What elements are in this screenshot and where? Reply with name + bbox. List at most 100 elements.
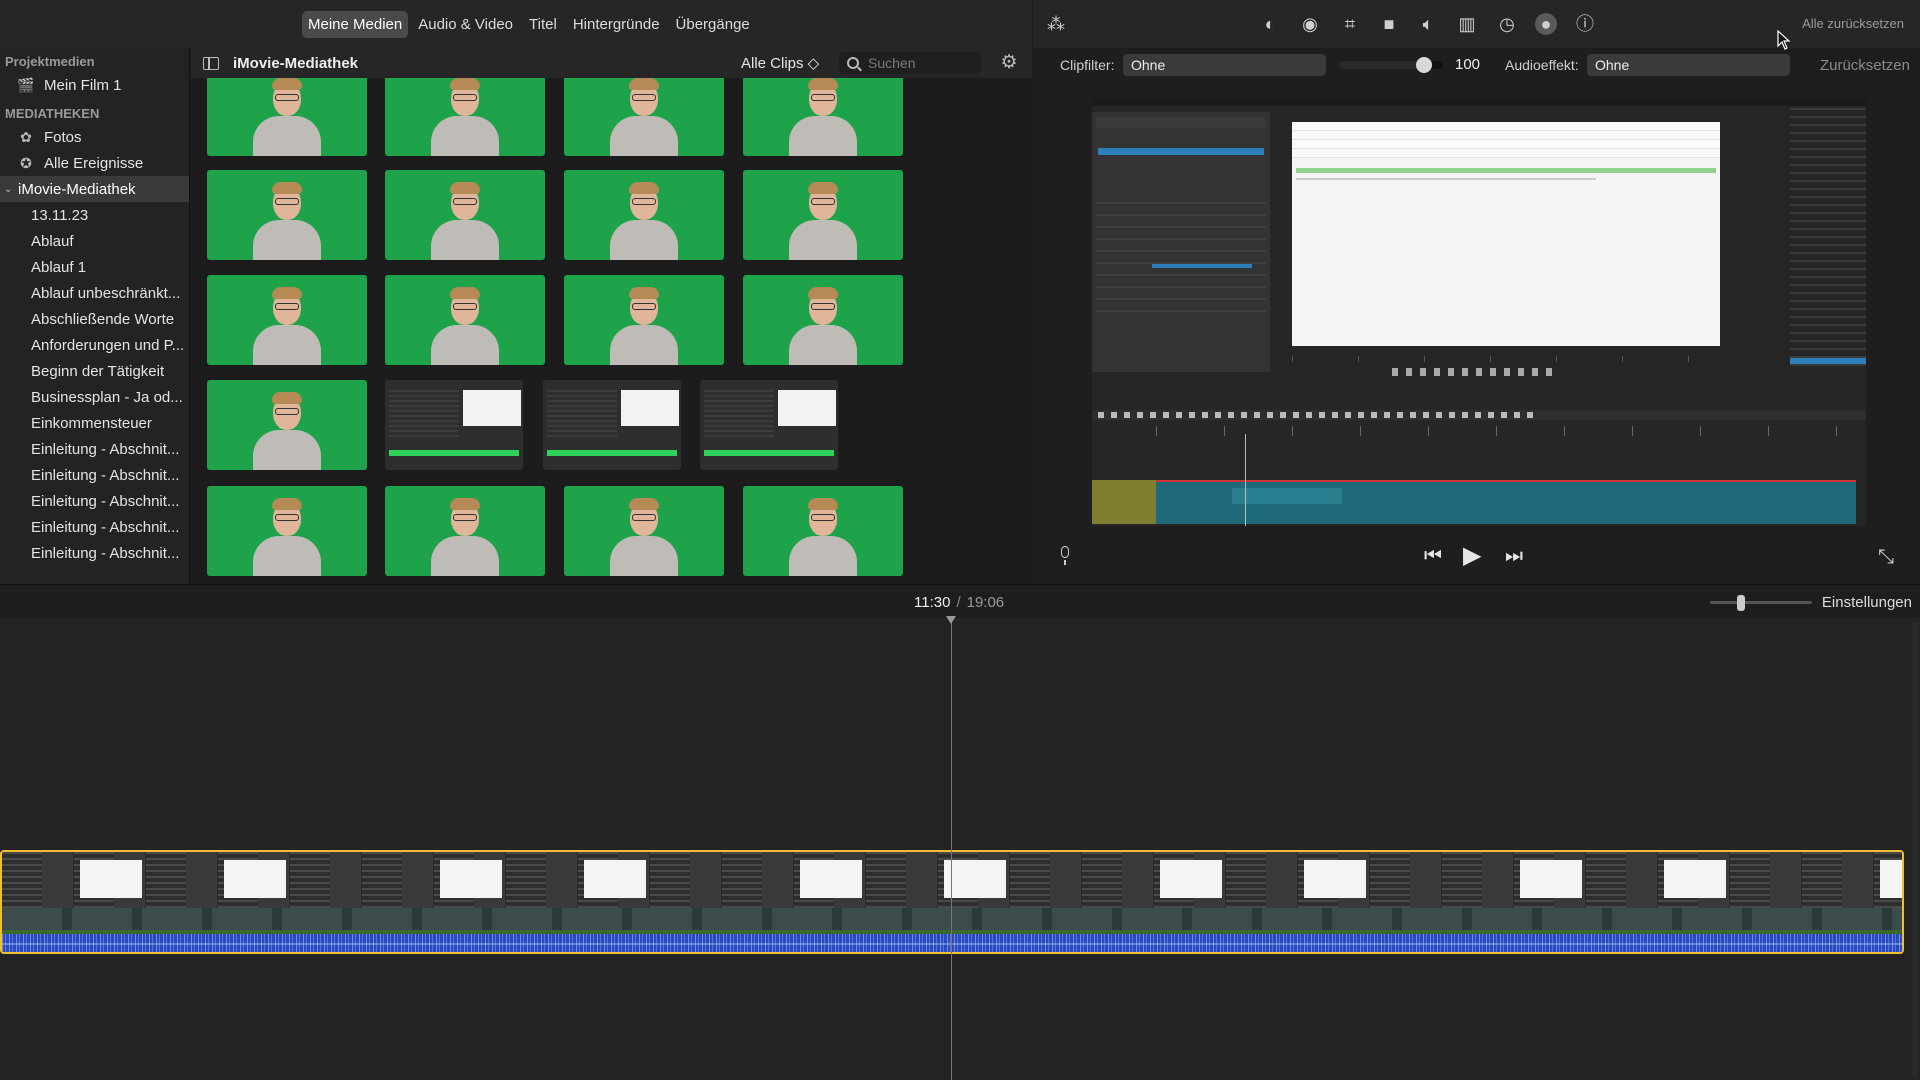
clip-thumbnail[interactable]	[564, 486, 724, 576]
sidebar-event-item[interactable]: Beginn der Tätigkeit	[0, 358, 189, 384]
tab-audio-video[interactable]: Audio & Video	[412, 11, 519, 38]
mic-stem	[1064, 560, 1066, 565]
timeline-playhead[interactable]	[946, 616, 956, 1080]
preview-playhead	[1245, 434, 1246, 526]
clip-thumbnail[interactable]	[385, 486, 545, 576]
clip-filter-select[interactable]: Ohne	[1123, 54, 1326, 76]
search-field[interactable]	[839, 52, 981, 74]
speedometer-icon[interactable]: ◷	[1496, 13, 1518, 35]
settings-button[interactable]: Einstellungen	[1822, 594, 1912, 611]
photos-icon: ✿	[20, 128, 32, 145]
filmstrip-frame	[1658, 852, 1729, 908]
sidebar-event-item[interactable]: Ablauf unbeschränkt...	[0, 280, 189, 306]
clip-thumbnail[interactable]	[564, 275, 724, 365]
clip-grid	[207, 78, 1027, 584]
clip-thumbnail[interactable]	[385, 170, 545, 260]
sidebar-item-label: Mein Film 1	[44, 76, 122, 94]
tab-hintergruende[interactable]: Hintergründe	[567, 11, 666, 38]
camera-icon[interactable]: ■	[1378, 13, 1400, 35]
clip-thumbnail[interactable]	[743, 486, 903, 576]
sidebar-event-item[interactable]: Einleitung - Abschnit...	[0, 540, 189, 566]
clips-filter-select[interactable]: Alle Clips ◇	[741, 54, 819, 72]
clip-thumbnail[interactable]	[385, 275, 545, 365]
reset-all-button[interactable]: Alle zurücksetzen	[1802, 16, 1904, 31]
sidebar-item-fotos[interactable]: ✿ Fotos	[0, 124, 189, 150]
chevron-down-icon[interactable]: ⌄	[4, 184, 18, 195]
skip-forward-icon[interactable]: ⏭	[1505, 544, 1523, 568]
equalizer-icon[interactable]: ▥	[1456, 13, 1478, 35]
tab-meine-medien[interactable]: Meine Medien	[302, 10, 409, 38]
person-figure	[253, 182, 321, 260]
sidebar-item-library[interactable]: ⌄ iMovie-Mediathek	[0, 176, 189, 202]
skip-back-icon[interactable]: ⏮	[1424, 544, 1442, 568]
clip-thumbnail[interactable]	[743, 275, 903, 365]
search-input[interactable]	[868, 55, 978, 71]
clip-thumbnail[interactable]	[543, 380, 681, 470]
clip-thumbnail[interactable]	[743, 170, 903, 260]
video-preview[interactable]	[1092, 98, 1866, 526]
filmstrip-frame	[1802, 852, 1873, 908]
person-figure	[789, 78, 857, 156]
filmstrip-frame	[74, 852, 145, 908]
slider-knob[interactable]	[1416, 57, 1433, 73]
sidebar-item-label: Alle Ereignisse	[44, 154, 144, 172]
sheet-green-row	[1296, 168, 1716, 173]
tab-uebergaenge[interactable]: Übergänge	[670, 11, 756, 38]
media-browser: iMovie-Mediathek Alle Clips ◇ ⚙	[191, 48, 1032, 584]
sidebar-event-item[interactable]: Einleitung - Abschnit...	[0, 436, 189, 462]
sidebar-event-item[interactable]: Businessplan - Ja od...	[0, 384, 189, 410]
preview-inspector	[1092, 112, 1270, 372]
clip-thumbnail[interactable]	[564, 78, 724, 156]
clip-thumbnail[interactable]	[207, 275, 367, 365]
crop-icon[interactable]: ⌗	[1339, 13, 1361, 35]
audio-waveform	[2, 934, 1902, 952]
clip-filter-icon[interactable]: ●	[1535, 13, 1557, 35]
info-icon[interactable]: ⓘ	[1574, 13, 1596, 35]
reset-button[interactable]: Zurücksetzen	[1820, 57, 1910, 74]
magic-wand-icon[interactable]: ⁂	[1045, 13, 1067, 35]
sidebar-event-item[interactable]: Abschließende Worte	[0, 306, 189, 332]
clip-thumbnail[interactable]	[700, 380, 838, 470]
speaker-icon[interactable]: 🔈︎	[1417, 13, 1439, 35]
sidebar-event-item[interactable]: Anforderungen und P...	[0, 332, 189, 358]
sidebar-event-item[interactable]: Einleitung - Abschnit...	[0, 514, 189, 540]
timeline-zoom-slider[interactable]	[1710, 595, 1812, 611]
clip-thumbnail[interactable]	[207, 170, 367, 260]
sheet-header	[1292, 122, 1720, 158]
palette-icon[interactable]: ◉	[1299, 13, 1321, 35]
sidebar-toggle-icon[interactable]	[203, 56, 219, 70]
sidebar-event-item[interactable]: Einleitung - Abschnit...	[0, 488, 189, 514]
sidebar-event-item[interactable]: Ablauf 1	[0, 254, 189, 280]
sidebar-item-label: Fotos	[44, 128, 82, 146]
library-title: iMovie-Mediathek	[233, 54, 359, 72]
zoom-knob[interactable]	[1736, 595, 1745, 611]
clip-thumbnail[interactable]	[207, 486, 367, 576]
timeline-scrollbar[interactable]	[1912, 622, 1918, 1076]
clip-thumbnail[interactable]	[207, 380, 367, 470]
tab-titel[interactable]: Titel	[523, 11, 563, 38]
sidebar-item-project[interactable]: 🎬 Mein Film 1	[0, 72, 189, 98]
film-icon: 🎬	[17, 76, 35, 93]
sidebar-event-item[interactable]: Ablauf	[0, 228, 189, 254]
sidebar-event-item[interactable]: 13.11.23	[0, 202, 189, 228]
filter-intensity-slider[interactable]	[1339, 57, 1443, 73]
clip-thumbnail[interactable]	[385, 78, 545, 156]
timeline-clip[interactable]	[0, 850, 1904, 954]
clip-thumbnail[interactable]	[207, 78, 367, 156]
clip-thumbnail[interactable]	[564, 170, 724, 260]
audio-effect-select[interactable]: Ohne	[1587, 54, 1790, 76]
person-figure	[431, 498, 499, 576]
project-timeline[interactable]	[0, 616, 1920, 1080]
microphone-icon[interactable]	[1058, 546, 1072, 566]
gear-icon[interactable]: ⚙	[999, 53, 1019, 73]
color-balance-icon[interactable]: ◐	[1259, 13, 1281, 35]
clip-thumbnail[interactable]	[743, 78, 903, 156]
search-icon	[847, 57, 859, 69]
fullscreen-icon[interactable]: ⤡	[1878, 546, 1894, 569]
sidebar-item-events[interactable]: ✪ Alle Ereignisse	[0, 150, 189, 176]
clip-thumbnail[interactable]	[385, 380, 523, 470]
play-icon[interactable]: ▶	[1463, 544, 1481, 568]
sidebar-event-item[interactable]: Einleitung - Abschnit...	[0, 462, 189, 488]
media-tabs: Meine Medien Audio & Video Titel Hinterg…	[0, 0, 1032, 48]
sidebar-event-item[interactable]: Einkommensteuer	[0, 410, 189, 436]
